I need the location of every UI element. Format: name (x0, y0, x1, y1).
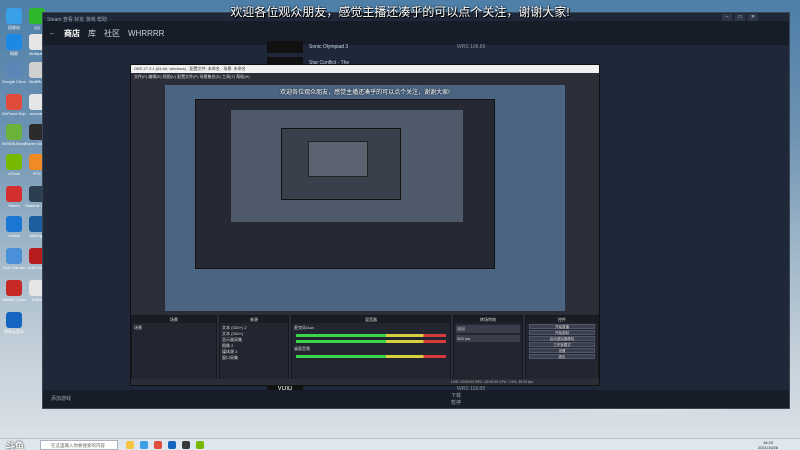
transitions-dock-title: 转场特效 (454, 316, 522, 323)
transitions-dock: 转场特效 淡出 300 ms (453, 315, 523, 385)
app-icon (6, 248, 22, 264)
desktop-icon[interactable]: Google Chrome (2, 62, 26, 84)
app-icon[interactable] (140, 441, 148, 449)
app-icon (6, 280, 22, 296)
desktop-icon-label: 回收站 (8, 25, 20, 30)
game-name: Sonic Olympiad 3 (309, 44, 349, 50)
desktop-icon[interactable]: GeForce Experience (2, 94, 26, 116)
desktop-icon[interactable]: 网易云音乐 (2, 312, 26, 334)
desktop-icon[interactable]: Adobe (2, 216, 26, 238)
folder-icon[interactable] (126, 441, 134, 449)
add-game-button[interactable]: 添加游戏 (51, 395, 71, 402)
steam-icon[interactable] (168, 441, 176, 449)
tab-library[interactable]: 库 (88, 28, 96, 39)
desktop-icon[interactable]: uTools (2, 154, 26, 176)
nvidia-icon[interactable] (196, 441, 204, 449)
back-icon[interactable]: ← (49, 30, 56, 37)
desktop-icon[interactable]: Ubisoft Connect (2, 280, 26, 302)
desktop-icon[interactable]: NVIDIA Broadcast (2, 124, 26, 146)
nvidia-icon (6, 124, 22, 140)
desktop-icon-label: uTools (8, 171, 20, 176)
sources-dock: 来源 文本 (GDI+) 2 文本 (GDI+) 显示器采集 图像 2 媒体源 … (219, 315, 289, 385)
settings-button[interactable]: 设置 (529, 348, 595, 353)
steam-bottom-bar: 添加游戏 下载 暂停 (43, 390, 789, 408)
start-virtual-camera-button[interactable]: 启动虚拟摄像机 (529, 336, 595, 341)
chrome-icon (6, 94, 22, 110)
obs-docks: 场景 场景 来源 文本 (GDI+) 2 文本 (GDI+) 显示器采集 图像 … (131, 315, 599, 385)
scenes-dock-title: 场景 (132, 316, 216, 323)
game-row[interactable]: Sonic Olympiad 3 WRS 106.89 (267, 41, 527, 53)
nvidia-icon (6, 154, 22, 170)
steam-icon (6, 312, 22, 328)
mixer-dock: 混音器 麦克风/Aux 桌面音频 (291, 315, 451, 385)
controls-dock: 控件 开始直播 开始录制 启动虚拟摄像机 工作室模式 设置 退出 (525, 315, 599, 385)
game-thumbnail (267, 41, 303, 53)
desktop-icon-label: Steam (8, 203, 20, 208)
start-recording-button[interactable]: 开始录制 (529, 330, 595, 335)
tab-community[interactable]: 社区 (104, 28, 120, 39)
source-item[interactable]: 窗口采集 (222, 355, 286, 361)
desktop-icon-label: Google Chrome (2, 79, 26, 84)
clock-date: 2021/10/26 (757, 445, 778, 450)
taskbar-search-input[interactable]: 在这里输入你要搜索的内容 (40, 440, 118, 450)
volume-meter[interactable] (296, 334, 446, 337)
app-icon (6, 216, 22, 232)
obs-title-bar: OBS 27.0.1 (64-bit, windows) - 配置文件: 未命名… (131, 65, 599, 73)
desktop-icon-label: Epic Games (3, 265, 25, 270)
desktop-icon-label: 网易 (10, 51, 18, 56)
desktop-icon[interactable]: Epic Games (2, 248, 26, 270)
downloads-status[interactable]: 下载 暂停 (451, 392, 461, 406)
obs-window: OBS 27.0.1 (64-bit, windows) - 配置文件: 未命名… (130, 64, 600, 386)
obs-status-bar: LIVE: 00:00:00 REC: 00:00:00 CPU: 7.6%, … (131, 379, 599, 385)
start-streaming-button[interactable]: 开始直播 (529, 324, 595, 329)
desktop-icon[interactable]: Steam (2, 186, 26, 208)
downloads-sub: 暂停 (451, 400, 462, 406)
app-icon (6, 62, 22, 78)
scenes-dock: 场景 场景 (131, 315, 217, 385)
taskbar: 斗鱼 在这里输入你要搜索的内容 16:29 2021/10/26 (0, 438, 800, 450)
obs-icon[interactable] (182, 441, 190, 449)
app-icon (6, 34, 22, 50)
studio-mode-button[interactable]: 工作室模式 (529, 342, 595, 347)
preview-caption: 欢迎各位观众朋友，感觉主播还凑乎的可以点个关注，谢谢大家! (280, 90, 450, 96)
douyu-logo: 斗鱼 (6, 441, 25, 450)
nested-preview-2 (281, 128, 401, 200)
transition-select[interactable]: 淡出 (456, 325, 520, 333)
mixer-channel-label: 桌面音频 (294, 346, 310, 351)
mixer-channel-label: 麦克风/Aux (294, 325, 315, 330)
desktop-icon-label: Ubisoft Connect (2, 297, 26, 302)
tab-store[interactable]: 商店 (64, 28, 80, 39)
stream-caption: 欢迎各位观众朋友，感觉主播还凑乎的可以点个关注，谢谢大家! (230, 5, 570, 19)
chrome-icon[interactable] (154, 441, 162, 449)
transition-duration-input[interactable]: 300 ms (456, 335, 520, 342)
volume-meter[interactable] (296, 340, 446, 343)
sources-dock-title: 来源 (220, 316, 288, 323)
scene-item[interactable]: 场景 (134, 325, 214, 331)
obs-preview[interactable]: 欢迎各位观众朋友，感觉主播还凑乎的可以点个关注，谢谢大家! (165, 85, 565, 311)
tab-profile[interactable]: WHRRRR (128, 29, 164, 38)
taskbar-clock[interactable]: 16:29 2021/10/26 (758, 440, 778, 450)
desktop-icon-label: Adobe (8, 233, 20, 238)
nested-preview-3 (308, 141, 368, 177)
downloads-label: 下载 (451, 393, 462, 399)
game-meta: WRS 106.89 (457, 44, 486, 50)
desktop-icon[interactable]: 网易 (2, 34, 26, 56)
nested-preview-canvas (231, 110, 463, 222)
desktop-icon-label: 网易云音乐 (4, 329, 24, 334)
mixer-dock-title: 混音器 (292, 316, 450, 323)
volume-meter[interactable] (296, 355, 446, 358)
controls-dock-title: 控件 (526, 316, 598, 323)
exit-button[interactable]: 退出 (529, 354, 595, 359)
taskbar-apps (126, 441, 204, 449)
app-icon (6, 186, 22, 202)
desktop-icon-label: NVIDIA Broadcast (2, 141, 26, 146)
nested-obs-preview (195, 99, 495, 269)
obs-menu-bar[interactable]: 文件(F) 编辑(E) 视图(V) 配置文件(P) 场景集合(S) 工具(T) … (131, 73, 599, 80)
desktop-icon-label: GeForce Experience (2, 111, 26, 116)
